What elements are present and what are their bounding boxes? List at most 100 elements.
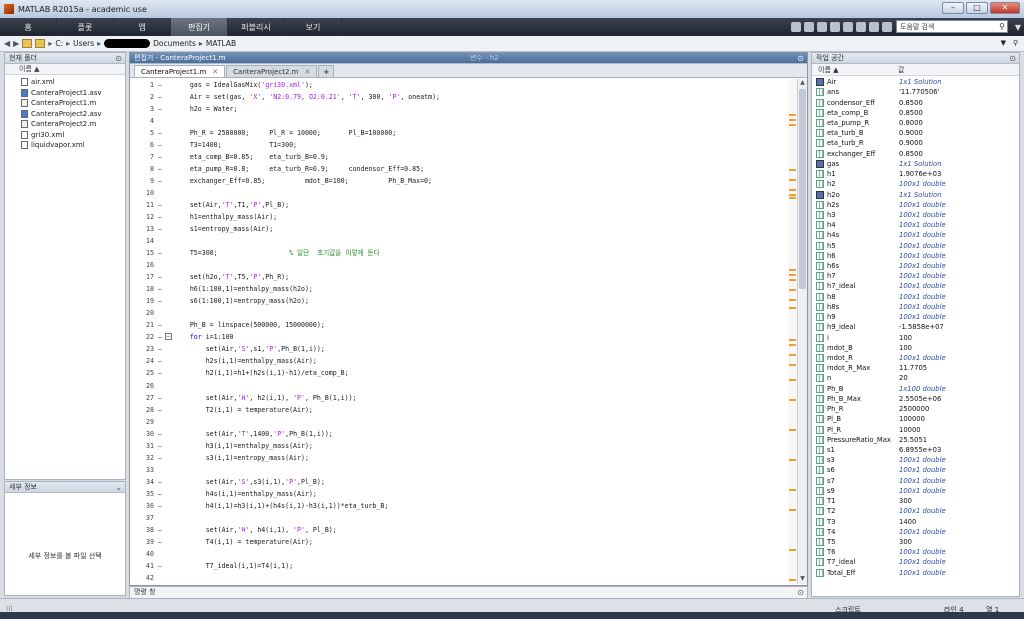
line-number[interactable]: 25: [130, 367, 154, 379]
breakpoint-marker[interactable]: –: [154, 283, 166, 295]
code-analyzer-marker[interactable]: [789, 354, 796, 356]
code-analyzer-marker[interactable]: [789, 124, 796, 126]
code-analyzer-marker[interactable]: [789, 459, 796, 461]
search-icon[interactable]: ⚲: [999, 22, 1005, 31]
code-line[interactable]: 26: [130, 380, 797, 392]
workspace-variable-row[interactable]: Air 1x1 Solution: [812, 77, 1020, 87]
line-number[interactable]: 10: [130, 187, 154, 199]
code-line[interactable]: 18– h6(1:100,1)=enthalpy_mass(h2o);: [130, 283, 797, 295]
line-number[interactable]: 34: [130, 476, 154, 488]
workspace-variable-row[interactable]: eta_comp_B 0.8500: [812, 108, 1020, 118]
code-line[interactable]: 6– T3=1400; T1=300;: [130, 139, 797, 151]
tab-publish[interactable]: 퍼블리시: [228, 18, 285, 36]
line-number[interactable]: 33: [130, 464, 154, 476]
line-number[interactable]: 11: [130, 199, 154, 211]
workspace-variable-row[interactable]: gas 1x1 Solution: [812, 159, 1020, 169]
line-number[interactable]: 28: [130, 404, 154, 416]
workspace-variable-row[interactable]: Pl_B 100000: [812, 414, 1020, 424]
undo-icon[interactable]: [843, 22, 853, 32]
workspace-variable-row[interactable]: eta_turb_B 0.9000: [812, 128, 1020, 138]
line-number[interactable]: 30: [130, 428, 154, 440]
file-item[interactable]: CanteraProject1.asv: [21, 88, 125, 99]
breakpoint-marker[interactable]: –: [154, 211, 166, 223]
breakpoint-marker[interactable]: –: [154, 247, 166, 259]
code-line[interactable]: 25– h2(i,1)=h1+(h2s(i,1)-h1)/eta_comp_B;: [130, 367, 797, 379]
file-item[interactable]: air.xml: [21, 77, 125, 88]
code-line[interactable]: 27– set(Air,'H', h2(i,1), 'P', Ph_B(1,i)…: [130, 392, 797, 404]
breakpoint-marker[interactable]: –: [154, 271, 166, 283]
code-line[interactable]: 22– for i=1:100: [130, 331, 797, 343]
code-line[interactable]: 1– gas = IdealGasMix('gri30.xml');: [130, 79, 797, 91]
breakpoint-marker[interactable]: –: [154, 175, 166, 187]
workspace-variable-row[interactable]: T7_ideal 100x1 double: [812, 557, 1020, 567]
code-line[interactable]: 7– eta_comp_B=0.85; eta_turb_B=0.9;: [130, 151, 797, 163]
code-line[interactable]: 19– s6(1:100,1)=entropy_mass(h2o);: [130, 295, 797, 307]
code-analyzer-marker[interactable]: [789, 344, 796, 346]
code-line[interactable]: 38– set(Air,'H', h4(i,1), 'P', Pl_B);: [130, 524, 797, 536]
line-number[interactable]: 15: [130, 247, 154, 259]
line-number[interactable]: 9: [130, 175, 154, 187]
code-line[interactable]: 32– s3(i,1)=entropy_mass(Air);: [130, 452, 797, 464]
filter-icon[interactable]: ▼: [1012, 18, 1024, 36]
workspace-variable-row[interactable]: h1 1.9076e+03: [812, 169, 1020, 179]
code-line[interactable]: 29: [130, 416, 797, 428]
code-line[interactable]: 23– set(Air,'S',s1,'P',Ph_B(1,i));: [130, 343, 797, 355]
workspace-variable-row[interactable]: mdot_B 100: [812, 343, 1020, 353]
code-analyzer-marker[interactable]: [789, 189, 796, 191]
path-search-icon[interactable]: ⚲: [1013, 39, 1018, 47]
line-number[interactable]: 35: [130, 488, 154, 500]
line-number[interactable]: 22: [130, 331, 154, 343]
line-number[interactable]: 21: [130, 319, 154, 331]
column-header-value[interactable]: 값: [898, 64, 1019, 75]
workspace-variable-row[interactable]: h2s 100x1 double: [812, 200, 1020, 210]
line-number[interactable]: 5: [130, 127, 154, 139]
code-analyzer-marker[interactable]: [789, 279, 796, 281]
code-analyzer-marker[interactable]: [789, 274, 796, 276]
workspace-variable-row[interactable]: condensor_Eff 0.8500: [812, 97, 1020, 107]
code-line[interactable]: 17– set(h2o,'T',T5,'P',Ph_R);: [130, 271, 797, 283]
maximize-button[interactable]: □: [966, 2, 988, 14]
file-item[interactable]: CanteraProject2.m: [21, 119, 125, 130]
path-segment-users[interactable]: Users: [73, 39, 94, 48]
line-number[interactable]: 20: [130, 307, 154, 319]
code-line[interactable]: 36– h4(i,1)=h3(i,1)+(h4s(i,1)-h3(i,1))*e…: [130, 500, 797, 512]
line-number[interactable]: 40: [130, 548, 154, 560]
line-number[interactable]: 29: [130, 416, 154, 428]
breakpoint-marker[interactable]: –: [154, 355, 166, 367]
line-number[interactable]: 3: [130, 103, 154, 115]
paste-icon[interactable]: [830, 22, 840, 32]
code-line[interactable]: 42: [130, 572, 797, 584]
code-line[interactable]: 20: [130, 307, 797, 319]
workspace-variable-row[interactable]: T3 1400: [812, 516, 1020, 526]
code-line[interactable]: 8– eta_pump_R=0.8; eta_turb_R=0.9; conde…: [130, 163, 797, 175]
line-number[interactable]: 17: [130, 271, 154, 283]
code-analyzer-marker[interactable]: [789, 289, 796, 291]
line-number[interactable]: 13: [130, 223, 154, 235]
workspace-variable-row[interactable]: eta_turb_R 0.9000: [812, 138, 1020, 148]
workspace-variable-row[interactable]: h6 100x1 double: [812, 251, 1020, 261]
breakpoint-marker[interactable]: –: [154, 319, 166, 331]
line-number[interactable]: 37: [130, 512, 154, 524]
code-analyzer-marker[interactable]: [789, 379, 796, 381]
workspace-variable-row[interactable]: h2 100x1 double: [812, 179, 1020, 189]
line-number[interactable]: 26: [130, 380, 154, 392]
code-line[interactable]: 14: [130, 235, 797, 247]
tab-view[interactable]: 보기: [285, 18, 342, 36]
workspace-variable-row[interactable]: s3 100x1 double: [812, 455, 1020, 465]
code-analyzer-marker[interactable]: [789, 399, 796, 401]
panel-menu-icon[interactable]: ⊙: [1009, 53, 1016, 64]
workspace-variable-row[interactable]: h7_ideal 100x1 double: [812, 281, 1020, 291]
tab-canteraproject2[interactable]: CanteraProject2.m ✕: [226, 65, 318, 77]
code-line[interactable]: 37: [130, 512, 797, 524]
workspace-variable-row[interactable]: T6 100x1 double: [812, 547, 1020, 557]
help-search-input[interactable]: 도움말 검색 ⚲: [896, 20, 1008, 33]
workspace-variable-row[interactable]: Ph_R 2500000: [812, 404, 1020, 414]
line-number[interactable]: 4: [130, 115, 154, 127]
line-number[interactable]: 18: [130, 283, 154, 295]
code-line[interactable]: 10: [130, 187, 797, 199]
code-line[interactable]: 21– Ph_B = linspace(500000, 15000000);: [130, 319, 797, 331]
code-analyzer-marker[interactable]: [789, 269, 796, 271]
fold-toggle-icon[interactable]: −: [165, 333, 172, 341]
line-number[interactable]: 31: [130, 440, 154, 452]
workspace-variable-row[interactable]: T2 100x1 double: [812, 506, 1020, 516]
